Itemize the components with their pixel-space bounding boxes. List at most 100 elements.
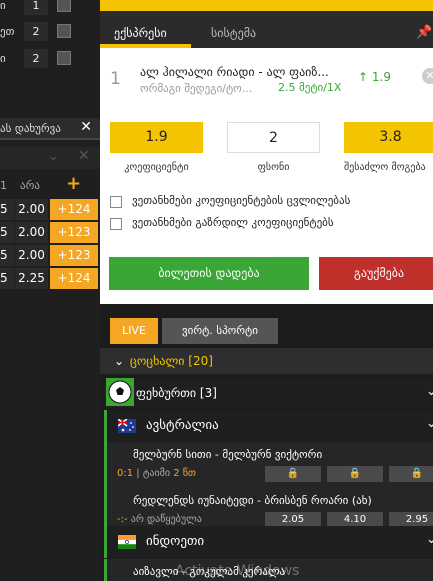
coefficient-box: 1.9: [110, 122, 203, 153]
left-row-num: 1: [24, 0, 48, 15]
left-row-text: ი: [0, 0, 6, 12]
stake-label: ფსონი: [257, 162, 290, 173]
bet-market: ორმაგი შედეგი/ტო...: [140, 82, 253, 95]
left-row-checkbox[interactable]: [57, 0, 71, 12]
possible-win-box: 3.8: [344, 122, 433, 153]
bet-odds-value: 1.9: [371, 70, 391, 84]
chevron-down-icon: ⌄: [426, 416, 433, 431]
accept-odds-change-checkbox[interactable]: [110, 196, 122, 208]
sport-row-football[interactable]: ფეხბურთი [3] ⌄: [104, 378, 433, 408]
left-toolbar: ⌄ ✕: [0, 147, 100, 169]
football-icon: [106, 378, 134, 406]
odds-row: 5 2.00 +123: [0, 245, 100, 266]
arrow-up-icon: ↑: [358, 70, 369, 84]
left-panel: ი 1 ეთ 2 ი 2 ას დახურვა ✕ ⌄ ✕ 1 არა + 5 …: [0, 0, 100, 581]
odds-cell[interactable]: 5: [0, 268, 14, 289]
left-row: ი 2: [0, 47, 100, 71]
left-odds-header: 1 არა +: [0, 173, 100, 196]
locked-odds-cell: 🔒: [389, 466, 433, 482]
live-section-title: ცოცხალი [20]: [130, 354, 213, 368]
tab-system[interactable]: სისტემა: [211, 26, 256, 40]
odds-cell[interactable]: 5: [0, 245, 14, 266]
odds-row: 5 2.00 +124: [0, 199, 100, 220]
more-markets-button[interactable]: +124: [50, 268, 98, 289]
chevron-down-icon: ⌄: [426, 532, 433, 547]
match-info: 0:1 | ტაიმი 2 წთ: [117, 468, 196, 479]
odds-row: 5 2.25 +124: [0, 268, 100, 289]
bet-index: 1: [110, 69, 121, 89]
close-icon[interactable]: ✕: [78, 148, 90, 164]
odds-cell[interactable]: 5: [0, 222, 14, 243]
accent-bar: [104, 526, 107, 558]
india-flag-icon: [118, 535, 136, 549]
close-icon[interactable]: ✕: [80, 119, 92, 135]
more-markets-button[interactable]: +123: [50, 222, 98, 243]
chevron-down-icon[interactable]: ⌄: [48, 149, 59, 164]
country-label: ინდოეთი: [146, 534, 205, 549]
country-label: ავსტრალია: [146, 418, 219, 433]
match-period: | ტაიმი: [133, 468, 174, 479]
odds-cell[interactable]: 2.25: [15, 268, 48, 289]
left-row-text: ეთ: [0, 25, 15, 38]
odds-cell[interactable]: 2.00: [15, 199, 48, 220]
sport-label: ფეხბურთი [3]: [136, 386, 217, 400]
left-row-text: ი: [0, 52, 6, 65]
chevron-down-icon: ⌄: [426, 384, 433, 399]
accept-odds-change-label: ვეთანხმები კოეფიციენტების ცვლილებას: [132, 194, 351, 207]
odds-cell[interactable]: 2.00: [15, 222, 48, 243]
left-tab-label: ას დახურვა: [0, 122, 61, 135]
pin-icon[interactable]: 📌: [416, 25, 432, 40]
odds-cell[interactable]: 2.00: [15, 245, 48, 266]
left-tab[interactable]: ას დახურვა ✕: [0, 118, 100, 140]
more-markets-button[interactable]: +124: [50, 199, 98, 220]
match-teams: რედლენდს იუნაიტედი - ბრისბენ როარი (ახ): [133, 494, 372, 507]
left-row-checkbox[interactable]: [57, 51, 71, 65]
active-tab-underline: [100, 44, 191, 48]
left-row-num: 2: [24, 22, 48, 41]
bet-selection: 2.5 მეტი/1X: [278, 81, 342, 94]
match-status: არ დაწყებულა: [127, 514, 202, 525]
live-panel: LIVE ვირტ. სპორტი ⌄ ცოცხალი [20] ფეხბურთ…: [100, 304, 433, 581]
locked-odds-cell: 🔒: [327, 466, 383, 482]
betslip: ექსპრესი სისტემა 📌 1 ალ ჰილალი რიადი - ა…: [100, 0, 433, 304]
tab-virtual-sports[interactable]: ვირტ. სპორტი: [162, 318, 278, 344]
country-row-australia[interactable]: ავსტრალია ⌄: [104, 410, 433, 442]
match-score: -:-: [117, 514, 128, 525]
live-section-header[interactable]: ⌄ ცოცხალი [20]: [100, 348, 433, 374]
column-header: არა: [20, 179, 40, 192]
country-row-india[interactable]: ინდოეთი ⌄: [104, 526, 433, 558]
plus-icon[interactable]: +: [66, 173, 81, 194]
australia-flag-icon: [117, 418, 136, 433]
cancel-button[interactable]: გაუქმება: [319, 257, 433, 290]
column-header: 1: [0, 179, 7, 192]
match-minute: 2 წთ: [173, 468, 196, 479]
accent-bar: [104, 410, 107, 442]
left-row: ი 1: [0, 0, 100, 18]
match-row[interactable]: მელბურნ სითი - მელბურნ ვიქტორი 0:1 | ტაი…: [104, 442, 433, 488]
left-row-checkbox[interactable]: [57, 24, 71, 38]
accept-higher-odds-label: ვეთანხმები გაზრდილ კოეფიციენტებს: [132, 216, 334, 229]
left-row: ეთ 2: [0, 20, 100, 44]
bet-match-title: ალ ჰილალი რიადი - ალ ფაიზ...: [140, 65, 329, 79]
odds-row: 5 2.00 +123: [0, 222, 100, 243]
match-teams: მელბურნ სითი - მელბურნ ვიქტორი: [133, 448, 323, 461]
left-row-num: 2: [24, 49, 48, 68]
tab-express[interactable]: ექსპრესი: [114, 26, 167, 40]
bet-odds: ↑ 1.9: [358, 70, 391, 84]
odds-cell[interactable]: 5: [0, 199, 14, 220]
chevron-down-icon: ⌄: [114, 354, 125, 368]
stake-input[interactable]: 2: [227, 122, 320, 153]
locked-odds-cell: 🔒: [265, 466, 321, 482]
more-markets-button[interactable]: +123: [50, 245, 98, 266]
bet-item: 1 ალ ჰილალი რიადი - ალ ფაიზ... ორმაგი შე…: [100, 56, 433, 99]
betslip-tabs: ექსპრესი სისტემა 📌: [100, 11, 433, 48]
remove-bet-icon[interactable]: ✕: [422, 68, 433, 84]
accept-higher-odds-checkbox[interactable]: [110, 218, 122, 230]
tab-live[interactable]: LIVE: [110, 318, 158, 344]
coefficient-label: კოეფიციენტი: [124, 162, 189, 173]
betslip-header-bar: [100, 0, 433, 11]
activate-windows-watermark: Activate Windows: [175, 563, 300, 579]
place-bet-button[interactable]: ბილეთის დადება: [109, 257, 309, 290]
match-score: 0:1: [117, 468, 134, 479]
possible-win-label: შესაძლო მოგება: [344, 162, 426, 173]
